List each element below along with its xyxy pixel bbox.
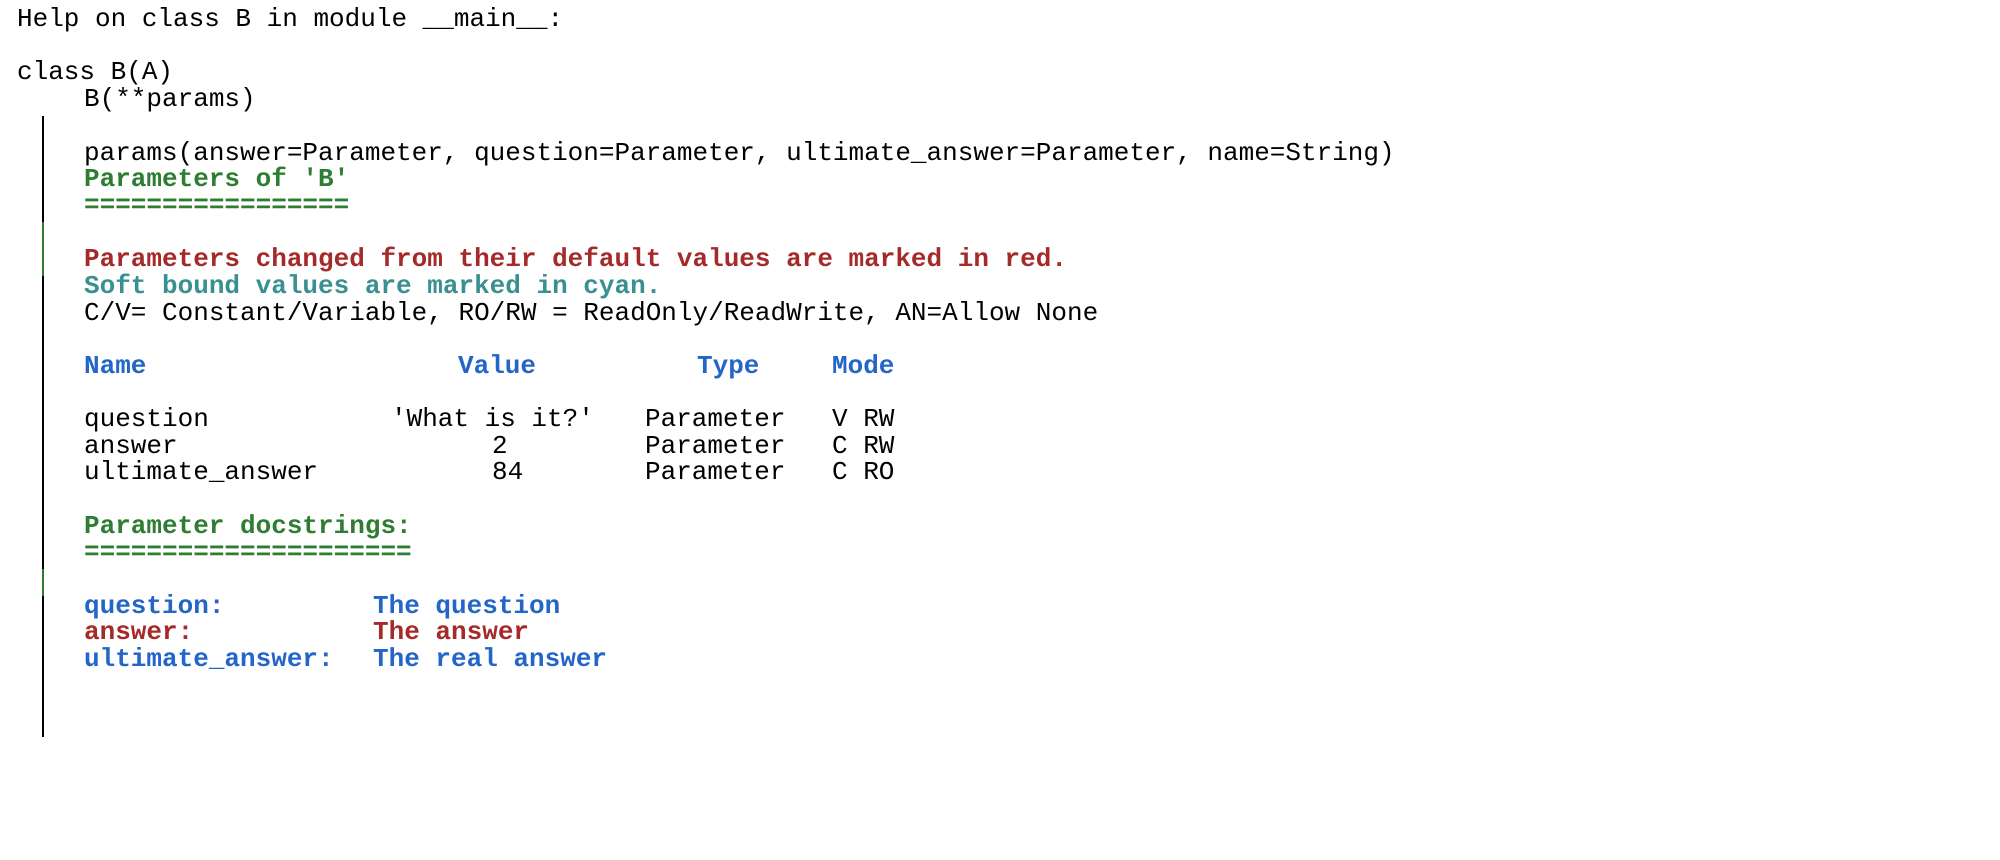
trailing-bar-line bbox=[0, 669, 2000, 737]
help-output: Help on class B in module __main__: clas… bbox=[0, 0, 2000, 860]
margin-bar bbox=[42, 703, 44, 737]
help-heading: Help on class B in module __main__: bbox=[17, 4, 564, 34]
